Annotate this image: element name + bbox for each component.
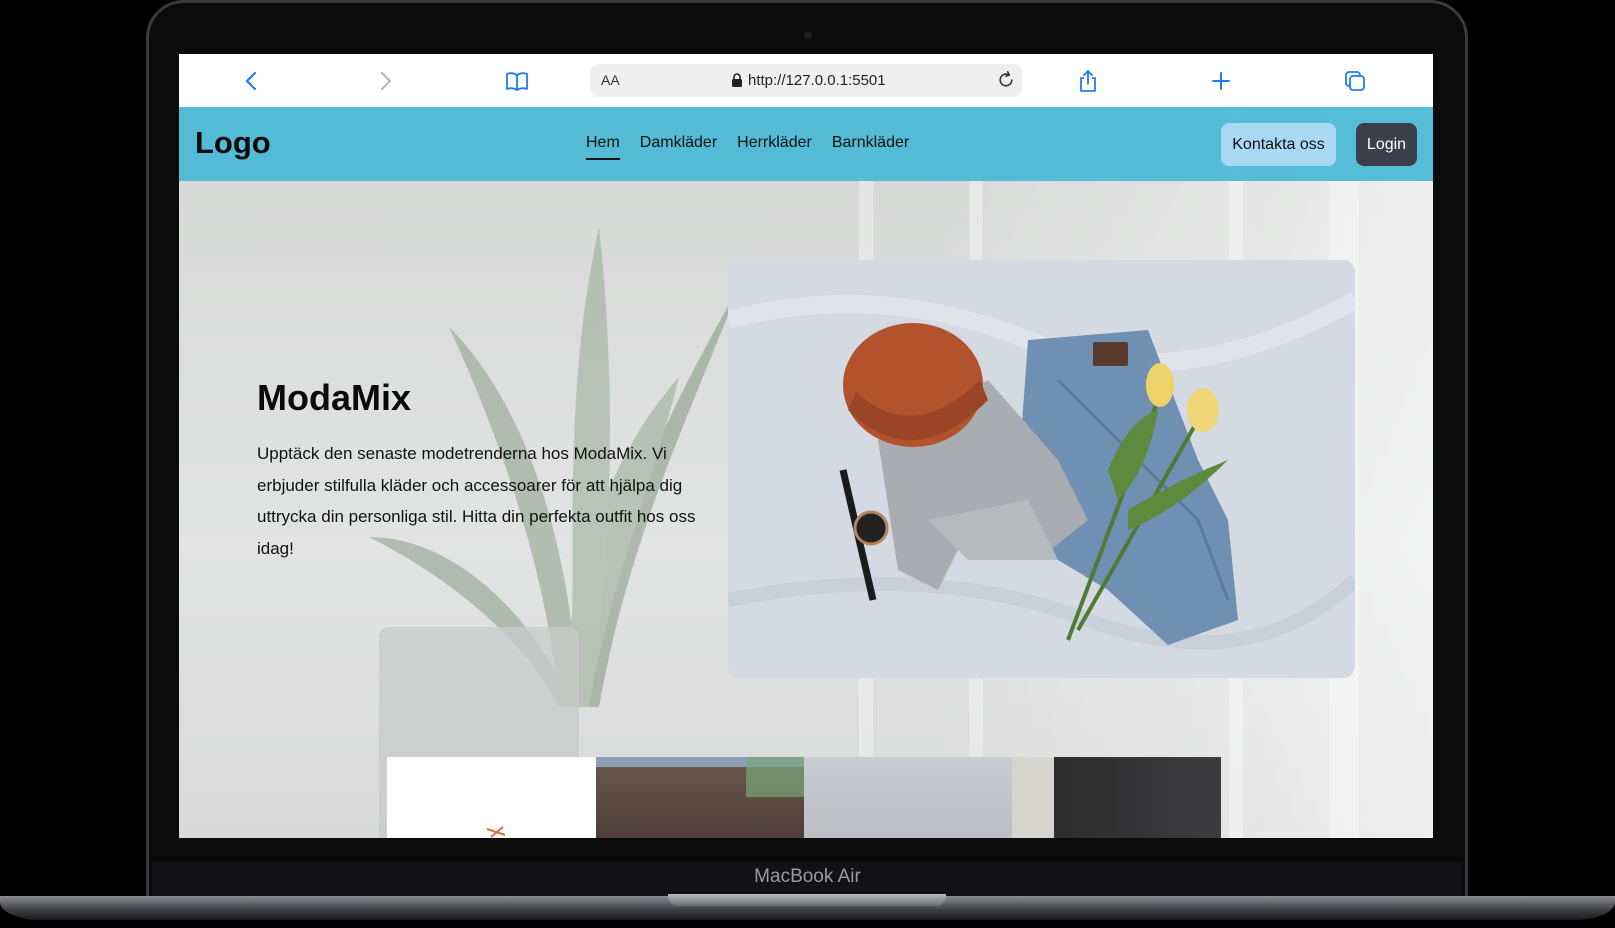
lock-icon <box>732 73 742 87</box>
back-icon[interactable] <box>239 68 265 94</box>
site-logo[interactable]: Logo <box>195 125 271 161</box>
main-nav: Hem Damkläder Herrkläder Barnkläder <box>586 134 909 160</box>
address-bar[interactable]: AA http://127.0.0.1:5501 <box>590 64 1022 97</box>
tabs-overview-icon[interactable] <box>1342 68 1368 94</box>
hero-description: Upptäck den senaste modetrenderna hos Mo… <box>257 444 696 558</box>
nav-item-barnklader[interactable]: Barnkläder <box>832 134 909 158</box>
site-header: Logo Hem Damkläder Herrkläder Barnkläder… <box>179 107 1433 181</box>
login-button[interactable]: Login <box>1356 123 1417 166</box>
hero-image <box>728 260 1355 678</box>
laptop-notch <box>668 894 946 906</box>
camera-icon <box>804 31 812 39</box>
browser-toolbar: AA http://127.0.0.1:5501 <box>179 54 1433 107</box>
reload-icon[interactable] <box>996 70 1016 90</box>
bookmarks-icon[interactable] <box>504 68 530 94</box>
laptop-screen: AA http://127.0.0.1:5501 Logo Hem Damklä… <box>179 54 1433 838</box>
device-label: MacBook Air <box>754 866 861 887</box>
contact-button[interactable]: Kontakta oss <box>1221 123 1336 166</box>
nav-item-herrklader[interactable]: Herrkläder <box>737 134 812 158</box>
nav-item-hem[interactable]: Hem <box>586 134 620 160</box>
text-size-button[interactable]: AA <box>601 72 620 88</box>
url-text[interactable]: http://127.0.0.1:5501 <box>748 72 886 89</box>
forward-icon[interactable] <box>372 68 398 94</box>
nav-item-damklader[interactable]: Damkläder <box>640 134 717 158</box>
new-tab-icon[interactable] <box>1208 68 1234 94</box>
web-page: Logo Hem Damkläder Herrkläder Barnkläder… <box>179 107 1433 838</box>
gallery-thumb[interactable] <box>1012 757 1221 838</box>
share-icon[interactable] <box>1075 68 1101 94</box>
gallery-thumb[interactable] <box>387 757 596 838</box>
gallery-thumb[interactable] <box>804 757 1013 838</box>
hero-title: ModaMix <box>257 377 412 418</box>
gallery-thumb[interactable] <box>596 757 805 838</box>
